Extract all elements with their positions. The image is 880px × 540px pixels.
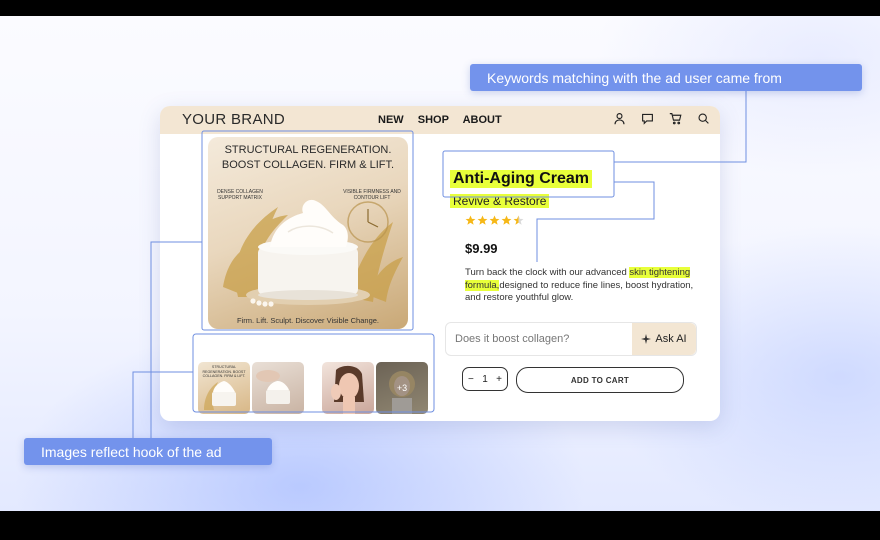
thumbnail-3[interactable] [322,362,374,414]
nav-new[interactable]: NEW [378,114,404,126]
main-nav: NEW SHOP ABOUT [378,114,513,126]
star-icon [465,215,476,225]
thumbnail-4[interactable]: +3 [376,362,428,414]
brand-logo[interactable]: YOUR BRAND [182,111,285,128]
image-left-note: DENSE COLLAGEN SUPPORT MATRIX [217,189,263,201]
sparkle-icon [641,334,652,344]
slide-background: YOUR BRAND NEW SHOP ABOUT STRUCTURAL REG… [0,16,880,511]
product-title: Anti-Aging Cream [450,170,592,188]
quantity-stepper: − 1 + [462,367,508,391]
header-icons [613,112,710,125]
user-icon[interactable] [613,112,626,125]
star-icon [489,215,500,225]
store-header: YOUR BRAND NEW SHOP ABOUT [160,106,720,134]
jar-hand-thumbnail-icon [256,370,290,404]
keywords-callout: Keywords matching with the ad user came … [470,64,862,91]
product-price: $9.99 [465,241,498,256]
star-icon [501,215,512,225]
product-description: Turn back the clock with our advanced sk… [465,267,694,303]
thumbnail-2[interactable] [252,362,304,414]
half-star-icon [513,215,524,225]
ask-ai-bar: Ask AI [445,322,697,356]
product-page-card: YOUR BRAND NEW SHOP ABOUT STRUCTURAL REG… [160,106,720,421]
ask-ai-input[interactable] [446,323,624,355]
quantity-value: 1 [482,373,488,385]
cart-icon[interactable] [669,112,682,125]
more-images-overlay[interactable]: +3 [376,362,428,414]
chat-icon[interactable] [641,112,654,125]
thumbnail-1[interactable]: STRUCTURAL REGENERATION. BOOST COLLAGEN.… [198,362,250,414]
images-callout: Images reflect hook of the ad [24,438,272,465]
nav-shop[interactable]: SHOP [418,114,449,126]
star-icon [477,215,488,225]
thumbnail-1-text: STRUCTURAL REGENERATION. BOOST COLLAGEN.… [202,365,246,378]
decrement-button[interactable]: − [468,374,474,385]
image-headline: STRUCTURAL REGENERATION. BOOST COLLAGEN.… [221,144,395,171]
nav-about[interactable]: ABOUT [463,114,502,126]
woman-face-thumbnail-icon [331,365,364,414]
product-subtitle: Revive & Restore [450,194,550,208]
image-footer: Firm. Lift. Sculpt. Discover Visible Cha… [237,316,379,325]
rating-stars [465,215,524,226]
image-right-note: VISIBLE FIRMNESS AND CONTOUR LIFT [343,189,401,201]
ask-ai-button[interactable]: Ask AI [632,323,696,355]
main-product-image[interactable]: STRUCTURAL REGENERATION. BOOST COLLAGEN.… [208,137,408,329]
add-to-cart-button[interactable]: ADD TO CART [516,367,684,393]
increment-button[interactable]: + [496,374,502,385]
search-icon[interactable] [697,112,710,125]
